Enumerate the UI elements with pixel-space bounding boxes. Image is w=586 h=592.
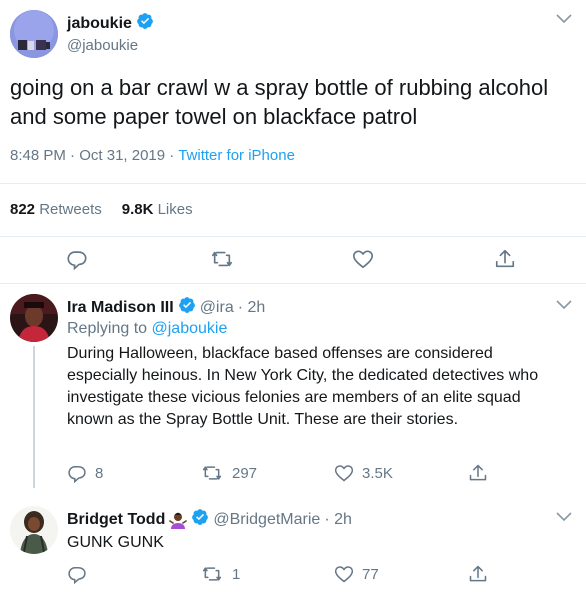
avatar-jaboukie[interactable] [10,10,58,58]
reply-display-name[interactable]: Bridget Todd [67,511,165,529]
tweet-date[interactable]: Oct 31, 2019 [79,147,165,164]
like-count: 77 [362,565,379,583]
divider [0,236,586,237]
replying-to-link[interactable]: @jaboukie [152,320,228,337]
verified-badge-icon [191,508,209,531]
reply-icon [68,567,86,584]
avatar-ira-madison[interactable] [10,294,58,342]
reply-handle[interactable]: @BridgetMarie [213,511,320,529]
reply-button[interactable]: 8 [67,463,103,483]
reply-text: During Halloween, blackface based offens… [67,345,539,428]
likes-count: 9.8K [121,201,154,218]
tweet-source-link[interactable]: Twitter for iPhone [178,147,295,164]
verified-badge-icon [178,296,196,319]
like-count: 3.5K [362,464,393,482]
divider [0,183,586,184]
retweet-icon [202,567,222,581]
retweets-label: Retweets [39,201,102,218]
replying-label: Replying to [67,320,148,337]
reply-display-name[interactable]: Ira Madison III [67,299,174,317]
meta-separator: · [169,147,175,164]
author-name[interactable]: jaboukie [67,12,154,35]
likes-label: Likes [157,201,193,218]
heart-icon [334,465,354,482]
divider [0,283,586,284]
likes-stat[interactable]: 9.8K Likes [122,201,193,218]
chevron-down-icon[interactable] [556,14,576,28]
tweet-meta: 8:48 PM · Oct 31, 2019 · Twitter for iPh… [10,147,295,164]
retweet-button[interactable]: 297 [200,463,257,483]
reply-time[interactable]: · 2h [238,299,266,317]
verified-badge-icon [136,12,154,35]
reply-text: GUNK GUNK [67,534,164,551]
tweet-time[interactable]: 8:48 PM [10,147,66,164]
thread-line [33,346,35,488]
author-handle[interactable]: @jaboukie [67,37,138,54]
share-icon [469,565,487,582]
engagement-stats: 822 Retweets 9.8K Likes [10,201,193,218]
heart-icon[interactable] [352,248,374,270]
reply-button[interactable] [67,564,95,584]
retweet-button[interactable]: 1 [200,564,240,584]
chevron-down-icon[interactable] [556,300,576,314]
chevron-down-icon[interactable] [556,512,576,526]
reply-icon[interactable] [66,248,88,270]
reply-count: 8 [95,464,104,482]
reply-handle[interactable]: @ira [200,299,234,317]
reply-icon [68,466,86,483]
display-name[interactable]: jaboukie [67,15,132,33]
share-icon [469,464,487,481]
like-button[interactable]: 77 [334,564,379,584]
retweet-icon [202,466,222,480]
like-button[interactable]: 3.5K [334,463,393,483]
retweet-count: 297 [232,464,258,482]
heart-icon [334,566,354,583]
meta-separator: · [70,147,76,164]
share-button[interactable] [468,463,488,483]
share-icon[interactable] [494,248,516,270]
retweets-count: 822 [10,201,36,218]
reply-header: Bridget Todd @BridgetMarie · 2h [67,508,352,531]
reply-header: Ira Madison III @ira · 2h [67,296,265,319]
avatar-bridget-todd[interactable] [10,506,58,554]
tweet-text: going on a bar crawl w a spray bottle of… [10,75,549,129]
retweets-stat[interactable]: 822 Retweets [10,201,102,218]
reply-time[interactable]: · 2h [324,511,352,529]
retweet-icon[interactable] [210,248,232,270]
person-shrugging-emoji [169,511,188,529]
retweet-count: 1 [232,565,241,583]
replying-to: Replying to @jaboukie [67,320,227,338]
share-button[interactable] [468,564,488,584]
